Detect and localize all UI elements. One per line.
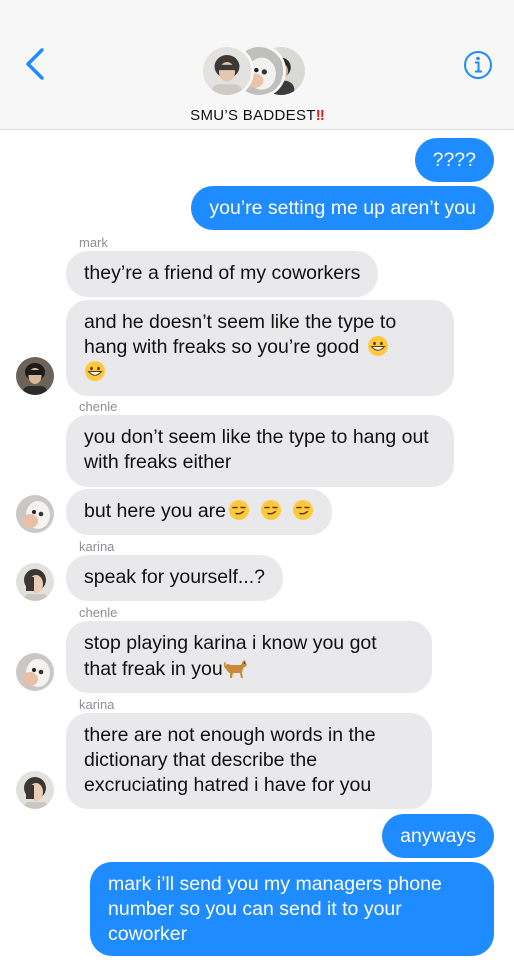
smirking-face-icon bbox=[293, 500, 314, 520]
incoming-message[interactable]: you don’t seem like the type to hang out… bbox=[66, 415, 454, 487]
message-text: you don’t seem like the type to hang out… bbox=[84, 426, 429, 473]
outgoing-message[interactable]: you’re setting me up aren’t you bbox=[191, 186, 494, 230]
outgoing-message[interactable]: mark i’ll send you my managers phone num… bbox=[90, 862, 494, 956]
avatar-karina[interactable] bbox=[16, 771, 54, 809]
sender-name: chenle bbox=[79, 399, 118, 414]
outgoing-message[interactable]: anyways bbox=[382, 814, 494, 858]
message-text: there are not enough words in the dictio… bbox=[84, 724, 376, 796]
incoming-message[interactable]: they’re a friend of my coworkers bbox=[66, 251, 379, 297]
grinning-face-icon bbox=[367, 336, 388, 356]
avatar-karina[interactable] bbox=[16, 563, 54, 601]
message-text: mark i’ll send you my managers phone num… bbox=[108, 873, 442, 945]
message-text: you’re setting me up aren’t you bbox=[209, 197, 476, 219]
incoming-message[interactable]: but here you are bbox=[66, 489, 333, 535]
dog-icon bbox=[223, 660, 247, 678]
conversation-title[interactable]: SMU’S BADDEST‼ bbox=[0, 107, 514, 124]
outgoing-message[interactable]: ???? bbox=[414, 138, 494, 182]
title-text: SMU’S BADDEST bbox=[190, 107, 316, 124]
message-text: they’re a friend of my coworkers bbox=[84, 262, 361, 284]
sender-name: chenle bbox=[79, 605, 118, 620]
avatar-chenle[interactable] bbox=[16, 495, 54, 533]
smirking-face-icon bbox=[229, 500, 250, 520]
conversation-header: SMU’S BADDEST‼ bbox=[0, 0, 514, 130]
sender-name: karina bbox=[79, 697, 115, 712]
double-exclamation-icon: ‼ bbox=[315, 107, 325, 124]
group-avatar-1 bbox=[200, 44, 254, 98]
message-thread: ???? you’re setting me up aren’t you mar… bbox=[0, 131, 514, 960]
avatar-chenle[interactable] bbox=[16, 653, 54, 691]
message-text: anyways bbox=[400, 825, 476, 847]
info-icon[interactable] bbox=[463, 50, 493, 80]
grinning-face-icon bbox=[85, 361, 105, 381]
incoming-message[interactable]: speak for yourself...? bbox=[66, 555, 284, 601]
avatar-mark[interactable] bbox=[16, 357, 54, 395]
message-text: and he doesn’t seem like the type to han… bbox=[84, 311, 397, 358]
group-avatar-stack[interactable] bbox=[200, 44, 310, 100]
message-text: ???? bbox=[432, 149, 476, 171]
message-text: but here you are bbox=[84, 500, 227, 522]
sender-name: mark bbox=[79, 235, 108, 250]
message-text: speak for yourself...? bbox=[84, 566, 266, 588]
incoming-message[interactable]: stop playing karina i know you got that … bbox=[66, 621, 432, 693]
incoming-message[interactable]: there are not enough words in the dictio… bbox=[66, 713, 432, 809]
incoming-message[interactable]: and he doesn’t seem like the type to han… bbox=[66, 300, 454, 396]
sender-name: karina bbox=[79, 539, 115, 554]
chevron-left-icon[interactable] bbox=[20, 46, 50, 82]
smirking-face-icon bbox=[261, 500, 282, 520]
